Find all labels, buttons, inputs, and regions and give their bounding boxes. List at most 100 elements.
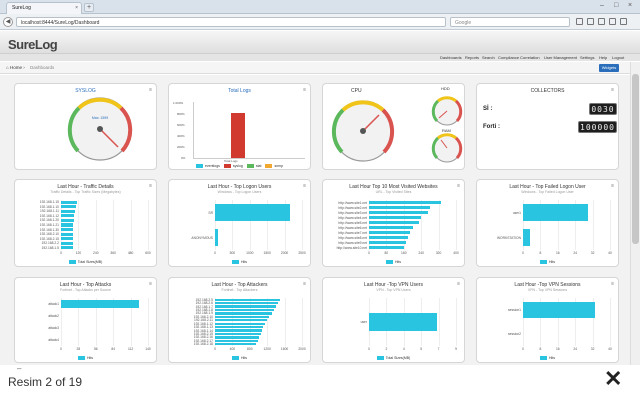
menu-search[interactable]: Search <box>482 55 495 60</box>
scrollbar-thumb[interactable] <box>632 74 639 244</box>
close-tab-icon[interactable]: × <box>75 5 78 11</box>
hdd-label: HDD <box>441 86 450 91</box>
bar[interactable] <box>61 218 74 223</box>
bar[interactable] <box>215 332 261 336</box>
bar[interactable] <box>369 225 413 230</box>
bar[interactable] <box>369 235 409 240</box>
menu-dashboards[interactable]: Dashboards <box>440 55 462 60</box>
new-tab-button[interactable]: + <box>84 3 94 12</box>
bar[interactable] <box>215 312 272 315</box>
collector-counter: 100000 <box>578 121 617 133</box>
menu-correlation[interactable]: Correlation <box>520 55 540 60</box>
bar[interactable] <box>215 322 266 325</box>
panel-menu-icon[interactable]: ≡ <box>303 281 306 287</box>
bar[interactable] <box>523 301 595 319</box>
menu-settings[interactable]: Settings <box>580 55 594 60</box>
attackers-panel: Last Hour - Top Attackers Fortinet - Top… <box>168 277 311 363</box>
bar[interactable] <box>215 298 281 301</box>
bar[interactable] <box>215 343 257 346</box>
menu-reports[interactable]: Reports <box>465 55 479 60</box>
bar[interactable] <box>369 313 437 331</box>
caption-dash: – <box>17 364 22 373</box>
bar[interactable] <box>369 215 422 220</box>
panel-menu-icon[interactable]: ≡ <box>149 281 152 287</box>
panel-menu-icon[interactable]: ≡ <box>611 281 614 287</box>
bar-syslog <box>231 113 245 158</box>
menu-help[interactable]: Help <box>599 55 607 60</box>
home-icon[interactable] <box>609 18 616 25</box>
bar[interactable] <box>215 228 219 247</box>
bar[interactable] <box>215 315 270 319</box>
bar[interactable] <box>61 200 77 204</box>
bar[interactable] <box>61 214 75 218</box>
menu-icon[interactable] <box>620 18 627 25</box>
bar[interactable] <box>61 299 139 309</box>
bookmarks-icon[interactable] <box>587 18 594 25</box>
url-input[interactable]: localhost:8444/SureLog/Dashboard <box>16 17 446 27</box>
bar[interactable] <box>369 245 404 250</box>
y-tick: http://www.site7.net <box>338 230 367 235</box>
gridline <box>302 298 303 346</box>
y-tick: user <box>360 320 367 324</box>
star-icon[interactable] <box>576 18 583 25</box>
bar[interactable] <box>215 319 268 322</box>
bar[interactable] <box>369 210 428 215</box>
bar[interactable] <box>61 232 74 236</box>
close-icon[interactable]: ✕ <box>604 368 622 390</box>
x-tick: 600 <box>145 251 151 255</box>
bar[interactable] <box>61 237 74 241</box>
menu-logout[interactable]: Logout <box>612 55 624 60</box>
cpu-panel: CPU HDD RAM <box>322 83 465 170</box>
lightbox-footer: – Resim 2 of 19 ✕ <box>0 364 640 405</box>
bar[interactable] <box>215 339 258 343</box>
bar[interactable] <box>215 308 274 312</box>
bar[interactable] <box>215 203 290 222</box>
panel-menu-icon[interactable]: ≡ <box>303 183 306 189</box>
browser-tab[interactable]: SureLog × <box>6 2 82 14</box>
menu-user-management[interactable]: User Management <box>544 55 577 60</box>
menu-compliance[interactable]: Compliance <box>498 55 519 60</box>
download-icon[interactable] <box>598 18 605 25</box>
bar[interactable] <box>369 240 406 245</box>
y-tick: 192.168.1.30 <box>39 227 59 232</box>
collector-counter: 0030 <box>589 103 617 115</box>
scrollbar[interactable] <box>630 62 640 365</box>
bar[interactable] <box>61 246 73 250</box>
gridline <box>113 200 115 250</box>
chart-legend: Hits <box>169 260 310 265</box>
attacks-panel: Last Hour - Top Attacks Fortinet - Top A… <box>14 277 157 363</box>
bar[interactable] <box>215 329 262 332</box>
bar[interactable] <box>215 336 259 339</box>
syslog-gauge <box>67 97 133 161</box>
minimize-icon[interactable]: – <box>600 2 604 9</box>
panel-menu-icon[interactable]: ≡ <box>457 183 460 189</box>
bar[interactable] <box>215 301 279 305</box>
bar[interactable] <box>61 205 77 209</box>
bar[interactable] <box>61 241 73 245</box>
bar[interactable] <box>523 203 589 222</box>
websites-panel: Last Hour Top 10 Most Visited Websites U… <box>322 179 465 267</box>
panel-menu-icon[interactable]: ≡ <box>457 281 460 287</box>
bar[interactable] <box>369 220 420 225</box>
app-logo: SureLog <box>8 37 58 52</box>
close-window-icon[interactable]: × <box>628 2 632 9</box>
bar[interactable] <box>61 223 74 227</box>
panel-menu-icon[interactable]: ≡ <box>149 183 152 189</box>
panel-menu-icon[interactable]: ≡ <box>303 87 306 93</box>
bar[interactable] <box>61 227 74 232</box>
panel-menu-icon[interactable]: ≡ <box>611 183 614 189</box>
widgets-button[interactable]: Widgets <box>599 64 619 72</box>
bar[interactable] <box>61 209 75 213</box>
panel-menu-icon[interactable]: ≡ <box>611 87 614 93</box>
bar[interactable] <box>369 230 411 235</box>
maximize-icon[interactable]: □ <box>614 2 618 9</box>
search-input[interactable]: Google <box>450 17 570 27</box>
bar[interactable] <box>369 200 441 205</box>
bar[interactable] <box>369 205 430 210</box>
bar[interactable] <box>523 228 530 247</box>
y-tick: http://www.site3.net <box>338 210 367 215</box>
back-button[interactable]: ◀ <box>3 17 13 27</box>
breadcrumb-home[interactable]: ⌂ Home › <box>6 65 25 70</box>
bar[interactable] <box>215 305 276 308</box>
bar[interactable] <box>215 325 263 329</box>
